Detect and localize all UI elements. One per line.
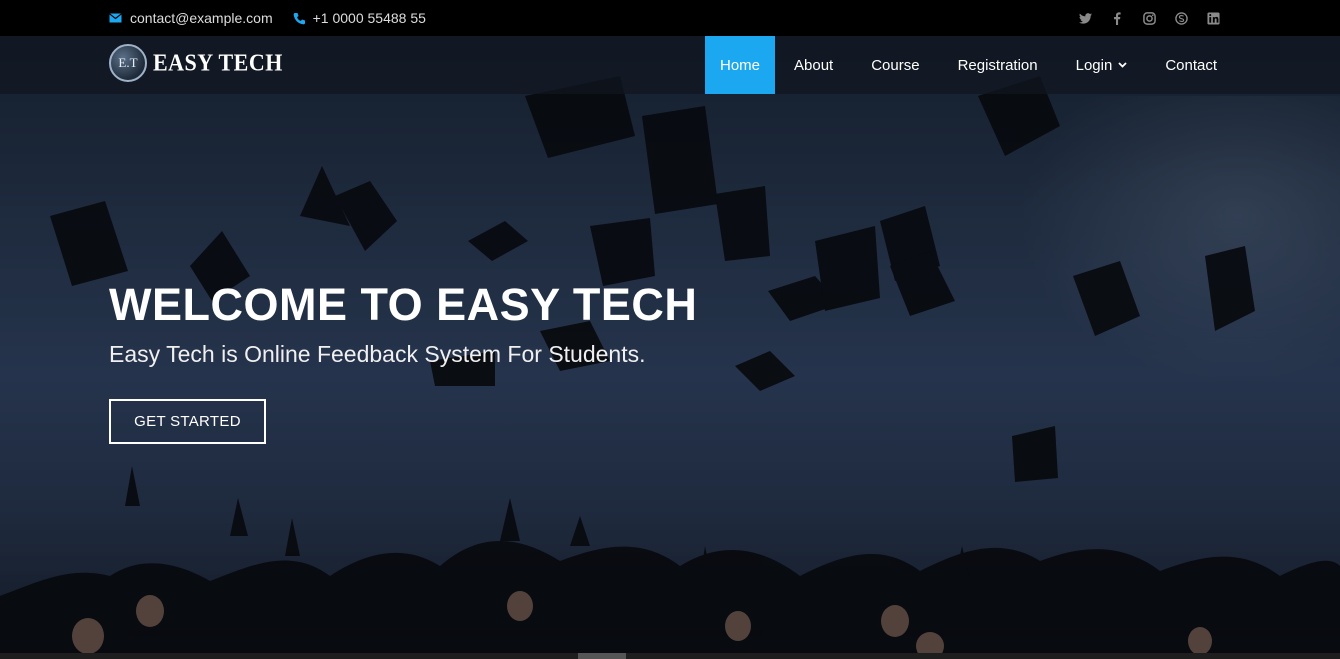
hero-title: WELCOME TO EASY TECH [109,279,698,330]
brand-logo[interactable]: E.T EASY TECH [109,44,283,82]
hero-subtitle: Easy Tech is Online Feedback System For … [109,341,646,367]
phone-item[interactable]: +1 0000 55488 55 [293,10,426,26]
scrollbar-thumb[interactable] [578,653,626,659]
skype-icon[interactable] [1174,11,1188,25]
facebook-icon[interactable] [1110,11,1124,25]
navbar: E.T EASY TECH Home About Course Registra… [0,36,1340,94]
phone-icon [293,12,305,25]
nav-login-label: Login [1075,56,1113,74]
instagram-icon[interactable] [1142,11,1156,25]
social-links [1078,0,1220,36]
linkedin-icon[interactable] [1206,11,1220,25]
horizontal-scrollbar[interactable] [0,653,1340,659]
logo-badge: E.T [109,44,147,82]
envelope-icon [109,13,122,23]
email-item[interactable]: contact@example.com [109,10,273,26]
email-text[interactable]: contact@example.com [130,10,273,26]
nav-course[interactable]: Course [852,36,938,94]
phone-text[interactable]: +1 0000 55488 55 [313,10,426,26]
brand-name: EASY TECH [153,48,283,77]
nav-home[interactable]: Home [705,36,775,94]
nav-about[interactable]: About [775,36,852,94]
top-bar: contact@example.com +1 0000 55488 55 [0,0,1340,36]
nav-contact[interactable]: Contact [1146,36,1236,94]
main-menu: Home About Course Registration Login Con… [705,36,1236,94]
chevron-down-icon [1118,59,1127,71]
contact-info: contact@example.com +1 0000 55488 55 [109,0,426,36]
nav-registration[interactable]: Registration [939,36,1057,94]
get-started-button[interactable]: GET STARTED [109,399,266,444]
twitter-icon[interactable] [1078,11,1092,25]
nav-login[interactable]: Login [1057,36,1147,94]
